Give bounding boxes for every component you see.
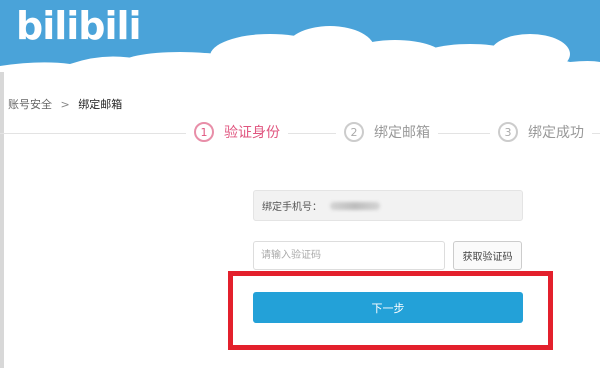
verification-code-input[interactable]	[253, 241, 445, 270]
breadcrumb: 账号安全 > 绑定邮箱	[8, 96, 122, 112]
step-number-icon: 1	[194, 122, 214, 142]
bound-phone-field: 绑定手机号：	[253, 190, 523, 221]
bilibili-logo[interactable]: bilibili	[16, 4, 142, 48]
step-number-icon: 3	[498, 122, 518, 142]
step-label: 验证身份	[224, 125, 280, 141]
step-bind-email: 2 绑定邮箱	[336, 122, 438, 142]
breadcrumb-current: 绑定邮箱	[78, 98, 123, 111]
breadcrumb-parent[interactable]: 账号安全	[8, 98, 52, 111]
step-number-icon: 2	[344, 122, 364, 142]
highlight-annotation	[228, 271, 553, 350]
step-label: 绑定成功	[528, 125, 584, 141]
left-edge	[0, 72, 4, 368]
phone-label: 绑定手机号：	[262, 202, 322, 213]
site-header: bilibili	[0, 0, 600, 72]
get-code-button[interactable]: 获取验证码	[453, 241, 522, 270]
breadcrumb-separator: >	[60, 98, 70, 111]
step-verify-identity: 1 验证身份	[186, 122, 288, 142]
step-label: 绑定邮箱	[374, 125, 430, 141]
step-bind-success: 3 绑定成功	[490, 122, 592, 142]
phone-number-masked	[330, 201, 380, 210]
